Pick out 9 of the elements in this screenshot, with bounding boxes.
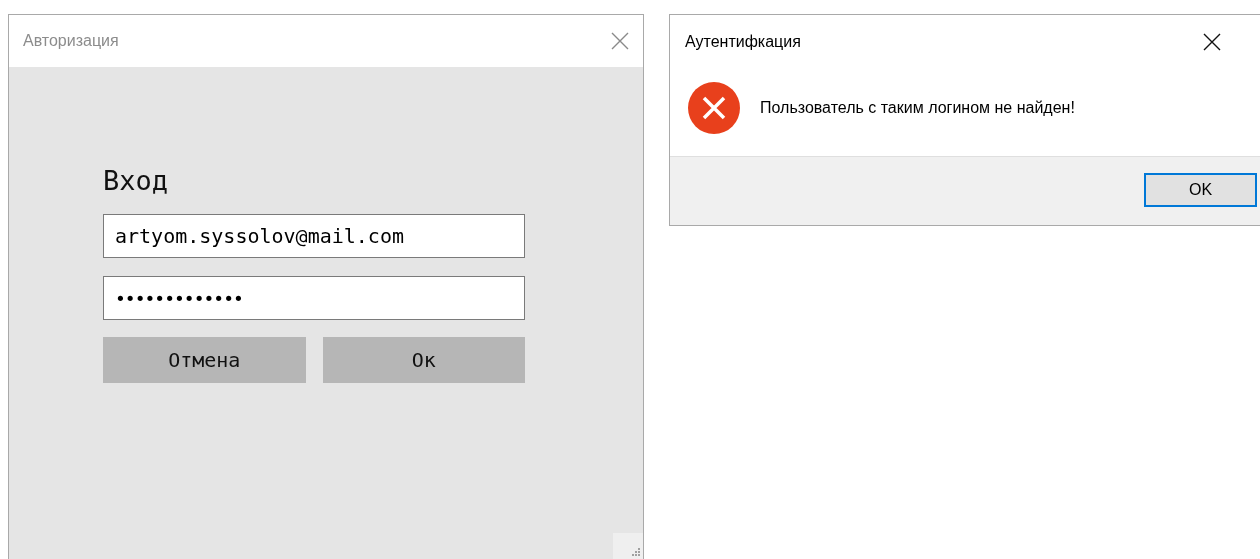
dialog-title: Аутентифкация — [685, 32, 801, 51]
form-heading: Вход — [103, 165, 170, 196]
form-button[interactable]: Ок — [322, 337, 525, 383]
error-message: Пользователь с таким логином не найден! — [760, 99, 1075, 117]
ok-button[interactable]: OK — [1144, 172, 1257, 207]
email-field[interactable]: artyom.syssolov@mail.com — [103, 214, 525, 258]
form-button[interactable]: Отмена — [103, 337, 306, 383]
password-field[interactable]: ••••••••••••• — [103, 276, 525, 320]
window-title: Авторизация — [23, 32, 119, 50]
